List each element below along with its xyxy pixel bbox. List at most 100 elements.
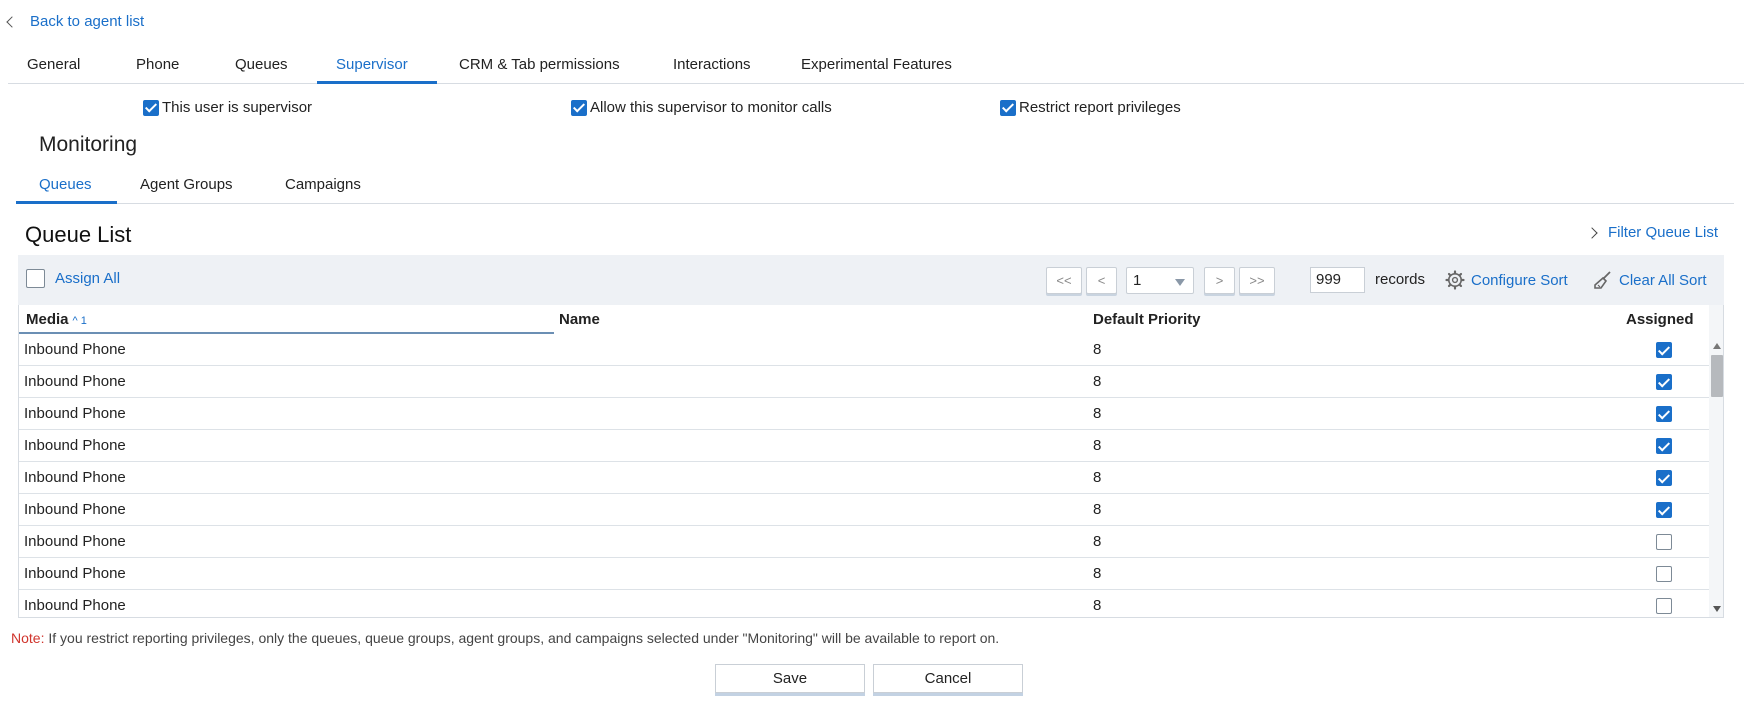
column-default-priority[interactable]: Default Priority (1093, 311, 1201, 328)
option-label: This user is supervisor (162, 99, 313, 116)
option-allow-monitor-calls[interactable]: Allow this supervisor to monitor calls (571, 99, 832, 116)
table-row[interactable]: Inbound Phone 8 (19, 590, 1709, 617)
assigned-checkbox[interactable] (1656, 470, 1672, 486)
filter-queue-list-link[interactable]: Filter Queue List (1586, 224, 1718, 241)
assign-all-control[interactable]: Assign All (26, 269, 120, 288)
media-cell: Inbound Phone (24, 565, 126, 582)
assign-all-checkbox[interactable] (26, 269, 45, 288)
clear-all-sort-label: Clear All Sort (1619, 271, 1707, 289)
page-select[interactable]: 1 (1126, 267, 1194, 294)
broom-icon (1594, 271, 1611, 289)
assigned-checkbox[interactable] (1656, 598, 1672, 614)
restrict-reports-checkbox[interactable] (1000, 99, 1016, 116)
table-row[interactable]: Inbound Phone 8 (19, 494, 1709, 526)
priority-cell: 8 (1093, 565, 1102, 582)
back-to-agent-list-link[interactable]: Back to agent list (6, 13, 144, 30)
scroll-down-arrow-icon[interactable] (1713, 606, 1721, 612)
tab-queues[interactable]: Queues (235, 56, 288, 84)
assign-all-label[interactable]: Assign All (55, 270, 120, 287)
tab-campaigns[interactable]: Campaigns (285, 176, 361, 193)
table-row[interactable]: Inbound Phone 8 (19, 526, 1709, 558)
main-tab-bar: General Phone Queues Supervisor CRM & Ta… (8, 50, 1744, 84)
gear-icon (1445, 270, 1465, 290)
monitoring-tab-bar: Queues Agent Groups Campaigns (16, 172, 1734, 204)
scrollbar-thumb[interactable] (1711, 355, 1723, 397)
sort-ascending-icon: ^ 1 (72, 315, 87, 327)
table-row[interactable]: Inbound Phone 8 (19, 398, 1709, 430)
priority-cell: 8 (1093, 469, 1102, 486)
clear-all-sort-button[interactable]: Clear All Sort (1593, 270, 1707, 290)
tab-experimental-features[interactable]: Experimental Features (801, 56, 952, 84)
tab-general[interactable]: General (27, 56, 80, 84)
option-restrict-report-privileges[interactable]: Restrict report privileges (1000, 99, 1181, 116)
media-cell: Inbound Phone (24, 373, 126, 390)
scroll-up-arrow-icon[interactable] (1713, 343, 1721, 349)
column-media-label: Media (26, 311, 69, 328)
media-cell: Inbound Phone (24, 501, 126, 518)
configure-sort-button[interactable]: Configure Sort (1445, 270, 1568, 290)
priority-cell: 8 (1093, 501, 1102, 518)
priority-cell: 8 (1093, 405, 1102, 422)
column-assigned[interactable]: Assigned (1626, 311, 1694, 328)
priority-cell: 8 (1093, 341, 1102, 358)
assigned-checkbox[interactable] (1656, 534, 1672, 550)
report-privileges-note: Note: If you restrict reporting privileg… (11, 630, 999, 646)
table-header: Media ^ 1 Name Default Priority Assigned (19, 305, 1723, 334)
tab-monitoring-queues[interactable]: Queues (39, 176, 92, 193)
priority-cell: 8 (1093, 437, 1102, 454)
chevron-down-icon (1175, 279, 1185, 286)
media-cell: Inbound Phone (24, 597, 126, 614)
configure-sort-label: Configure Sort (1471, 271, 1568, 289)
media-cell: Inbound Phone (24, 533, 126, 550)
priority-cell: 8 (1093, 373, 1102, 390)
priority-cell: 8 (1093, 597, 1102, 614)
queue-list-title: Queue List (25, 222, 132, 247)
save-button[interactable]: Save (715, 664, 865, 693)
assigned-checkbox[interactable] (1656, 566, 1672, 582)
column-name[interactable]: Name (559, 311, 600, 328)
table-body: Inbound Phone 8 Inbound Phone 8 Inbound … (19, 334, 1709, 617)
option-label: Allow this supervisor to monitor calls (590, 99, 832, 116)
assigned-checkbox[interactable] (1656, 342, 1672, 358)
queue-table: Media ^ 1 Name Default Priority Assigned … (18, 305, 1724, 618)
cancel-button[interactable]: Cancel (873, 664, 1023, 693)
records-label: records (1375, 271, 1426, 288)
note-label: Note: (11, 630, 45, 646)
next-page-button[interactable]: > (1204, 267, 1235, 294)
priority-cell: 8 (1093, 533, 1102, 550)
monitor-calls-checkbox[interactable] (571, 99, 587, 116)
tab-interactions[interactable]: Interactions (673, 56, 751, 84)
filter-label: Filter Queue List (1607, 224, 1718, 241)
table-scrollbar[interactable] (1709, 305, 1723, 617)
note-text: If you restrict reporting privileges, on… (44, 630, 1000, 646)
assigned-checkbox[interactable] (1656, 406, 1672, 422)
records-per-page-input[interactable]: 999 (1310, 267, 1365, 293)
tab-crm-tab-permissions[interactable]: CRM & Tab permissions (459, 56, 620, 84)
option-label: Restrict report privileges (1019, 99, 1181, 116)
first-page-button[interactable]: << (1046, 267, 1082, 294)
table-row[interactable]: Inbound Phone 8 (19, 558, 1709, 590)
prev-page-button[interactable]: < (1086, 267, 1117, 294)
supervisor-checkbox[interactable] (143, 99, 159, 116)
tab-phone[interactable]: Phone (136, 56, 179, 84)
option-this-user-is-supervisor[interactable]: This user is supervisor (143, 99, 312, 116)
table-row[interactable]: Inbound Phone 8 (19, 334, 1709, 366)
assigned-checkbox[interactable] (1656, 374, 1672, 390)
media-cell: Inbound Phone (24, 437, 126, 454)
table-row[interactable]: Inbound Phone 8 (19, 462, 1709, 494)
assigned-checkbox[interactable] (1656, 438, 1672, 454)
table-row[interactable]: Inbound Phone 8 (19, 430, 1709, 462)
table-row[interactable]: Inbound Phone 8 (19, 366, 1709, 398)
tab-agent-groups[interactable]: Agent Groups (140, 176, 233, 193)
active-subtab-indicator (16, 201, 117, 204)
media-cell: Inbound Phone (24, 341, 126, 358)
assigned-checkbox[interactable] (1656, 502, 1672, 518)
media-cell: Inbound Phone (24, 469, 126, 486)
monitoring-title: Monitoring (39, 133, 138, 156)
last-page-button[interactable]: >> (1239, 267, 1275, 294)
page-select-value: 1 (1133, 272, 1142, 289)
queue-list-toolbar: Assign All << < 1 > >> 999 records Confi… (18, 255, 1724, 305)
media-cell: Inbound Phone (24, 405, 126, 422)
column-media[interactable]: Media ^ 1 (26, 311, 87, 328)
tab-supervisor[interactable]: Supervisor (336, 56, 408, 84)
